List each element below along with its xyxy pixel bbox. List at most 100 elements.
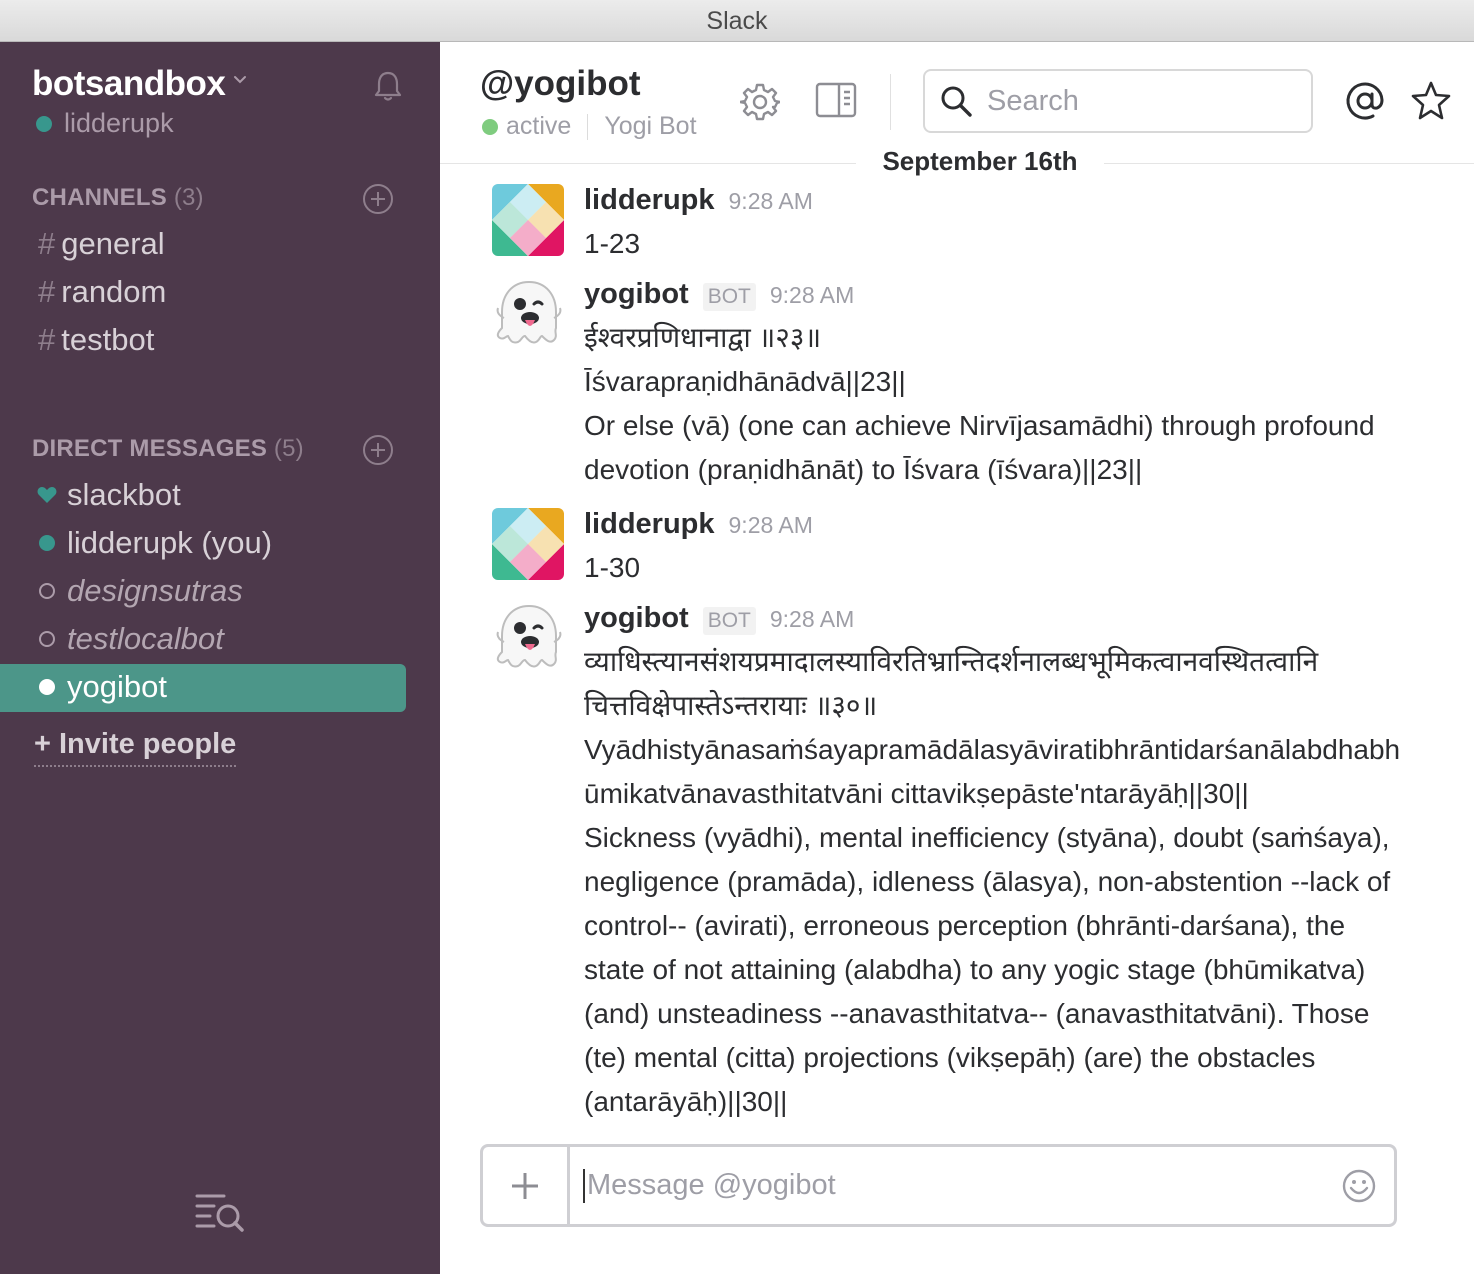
message-line: चित्तविक्षेपास्तेऽन्तरायाः ॥३०॥ [584,690,878,721]
channel-label: random [61,274,167,309]
message-header: lidderupk 9:28 AM [584,508,813,541]
message-composer: Message @yogibot [480,1144,1397,1227]
add-channel-icon[interactable] [362,183,394,215]
message-line: Sickness (vyādhi), mental inefficiency (… [584,822,1390,853]
avatar[interactable] [492,508,564,580]
gear-icon[interactable] [740,82,780,122]
presence-label: active [506,112,572,140]
dm-label: slackbot [67,477,181,512]
quick-switcher-icon[interactable] [194,1190,246,1234]
message-author[interactable]: yogibot [584,602,689,635]
dm-count: (5) [273,435,304,462]
message-header: yogibot BOT 9:28 AM [584,602,854,635]
toggle-sidepanel-icon[interactable] [815,82,857,118]
window-titlebar: Slack [0,0,1474,42]
dm-label: designsutras [67,573,243,608]
hash-icon: # [38,274,56,309]
message-line: negligence (pramāda), idleness (ālasya),… [584,866,1391,897]
message-time[interactable]: 9:28 AM [770,606,854,633]
dm-item-designsutras[interactable]: designsutras [36,573,243,609]
message-time[interactable]: 9:28 AM [770,282,854,309]
attach-button[interactable] [483,1147,570,1224]
sidebar: botsandbox lidderupk CHANNELS (3) # gener… [0,42,440,1274]
channel-label: testbot [61,322,155,357]
channel-title[interactable]: @yogibot [480,64,641,104]
channel-item-testbot[interactable]: # testbot [38,322,154,358]
plus-icon: + [34,728,51,760]
message-line: Vyādhistyānasaṁśayapramādālasyāviratibhr… [584,734,1401,765]
message-line: control-- (avirati), erroneous perceptio… [584,910,1346,941]
message-line: व्याधिस्त्यानसंशयप्रमादालस्याविरतिभ्रान्… [584,646,1319,677]
message-line: devotion (praṇidhānāt) to Īśvara (īśvara… [584,454,1143,485]
message-line: (and) unsteadiness --anavasthitatva-- (a… [584,998,1370,1029]
message-line: state of not attaining (alabdha) to any … [584,954,1366,985]
channel-meta: active Yogi Bot [482,112,697,141]
message-input[interactable]: Message @yogibot [587,1147,836,1224]
dm-item-yogibot[interactable]: yogibot [36,669,167,705]
hash-icon: # [38,226,56,261]
away-dot [39,631,55,647]
message-line: 1-23 [584,228,641,259]
presence-dot [482,118,498,135]
mentions-icon[interactable] [1344,80,1386,122]
message-body: 1-23 [584,222,1444,266]
add-dm-icon[interactable] [362,434,394,466]
message-list: lidderupk 9:28 AM 1-23 yogibot BOT 9:28 … [440,164,1474,1139]
dm-item-slackbot[interactable]: slackbot [36,477,181,513]
ghost-avatar-icon[interactable] [492,278,566,352]
message-author[interactable]: lidderupk [584,508,715,541]
ghost-avatar-icon[interactable] [492,602,566,676]
dm-label: yogibot [67,669,167,704]
search-input[interactable]: Search [923,69,1313,133]
header-divider [890,74,891,130]
user-full-name: Yogi Bot [604,112,697,140]
message-line: ūmikatvānavasthitatvāni cittavikṣepāste'… [584,778,1249,809]
hash-icon: # [38,322,56,357]
message-author[interactable]: lidderupk [584,184,715,217]
current-user[interactable]: lidderupk [36,108,174,139]
bot-badge: BOT [702,283,756,311]
dm-label: testlocalbot [67,621,224,656]
window-title: Slack [706,7,768,35]
message-line: 1-30 [584,552,641,583]
message-line: ईश्वरप्रणिधानाद्वा ॥२३॥ [584,322,822,353]
away-dot [39,583,55,599]
message-author[interactable]: yogibot [584,278,689,311]
emoji-icon[interactable] [1341,1168,1377,1204]
dm-item-lidderupk[interactable]: lidderupk (you) [36,525,272,561]
channel-label: general [61,226,165,261]
invite-people-link[interactable]: + Invite people [34,728,237,767]
message-header: yogibot BOT 9:28 AM [584,278,854,311]
current-user-name: lidderupk [64,108,174,138]
search-icon [941,86,972,117]
divider [587,113,589,140]
message-line: Or else (vā) (one can achieve Nirvījasam… [584,410,1375,441]
bell-icon[interactable] [370,68,406,104]
message-body: ईश्वरप्रणिधानाद्वा ॥२३॥ Īśvarapraṇidhānā… [584,316,1444,492]
chevron-down-icon[interactable] [232,72,248,88]
dm-header-label: DIRECT MESSAGES [32,435,268,462]
channel-item-random[interactable]: # random [38,274,166,310]
message-line: (te) mental (citta) projections (vikṣepā… [584,1042,1316,1073]
presence-dot [36,115,52,132]
team-name[interactable]: botsandbox [32,64,226,104]
dm-item-testlocalbot[interactable]: testlocalbot [36,621,224,657]
message-body: व्याधिस्त्यानसंशयप्रमादालस्याविरतिभ्रान्… [584,640,1444,1124]
bot-badge: BOT [702,607,756,635]
message-line: Īśvarapraṇidhānādvā||23|| [584,366,906,397]
channels-count: (3) [173,184,204,211]
online-dot [39,535,55,551]
message-time[interactable]: 9:28 AM [729,512,813,539]
dm-header[interactable]: DIRECT MESSAGES (5) [32,435,304,463]
plus-icon [512,1172,538,1199]
search-placeholder: Search [987,84,1079,117]
heart-icon [36,486,58,504]
message-time[interactable]: 9:28 AM [729,188,813,215]
avatar[interactable] [492,184,564,256]
channels-header-label: CHANNELS [32,184,167,211]
channels-header[interactable]: CHANNELS (3) [32,184,204,212]
message-line: (antarāyāḥ)||30|| [584,1086,788,1117]
online-dot [39,679,55,695]
channel-item-general[interactable]: # general [38,226,165,262]
star-icon[interactable] [1410,80,1452,122]
